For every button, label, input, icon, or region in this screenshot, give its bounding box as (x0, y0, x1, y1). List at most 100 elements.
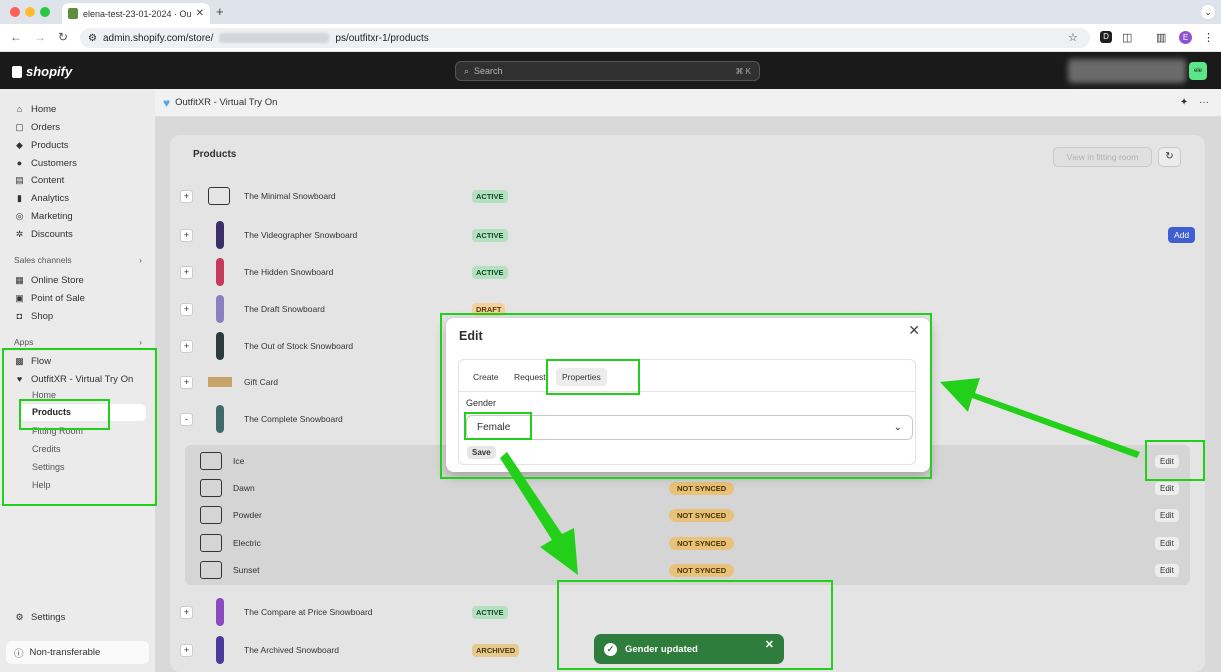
variant-row: Electric NOT SYNCED Edit (200, 532, 1190, 554)
app-title-bar: ♥ OutfitXR - Virtual Try On (155, 89, 1221, 117)
bookmark-star-icon[interactable]: ☆ (1068, 31, 1078, 44)
sidebar-item-discounts[interactable]: ✲ Discounts (14, 227, 73, 241)
sidebar-item-label: Customers (31, 157, 77, 169)
sidebar-item-orders[interactable]: ▢ Orders (14, 120, 60, 134)
app-title: OutfitXR - Virtual Try On (175, 97, 278, 108)
sales-channels-heading[interactable]: Sales channels › (14, 255, 142, 265)
sidepanel-icon[interactable]: ▥ (1156, 31, 1166, 44)
product-thumbnail (216, 636, 224, 664)
apps-heading[interactable]: Apps › (14, 337, 142, 347)
product-name: The Minimal Snowboard (244, 191, 336, 201)
image-placeholder-icon (200, 479, 222, 497)
expand-toggle[interactable]: + (180, 605, 193, 619)
extensions-puzzle-icon[interactable]: ◫ (1122, 31, 1132, 44)
window-close-dot[interactable] (10, 7, 20, 17)
chevron-right-icon: › (139, 337, 142, 347)
product-thumbnail (216, 405, 224, 433)
sidebar-item-label: Analytics (31, 192, 70, 204)
store-icon: ▦ (15, 274, 24, 285)
sidebar-channel-item[interactable]: ◘ Shop (14, 309, 53, 323)
store-name-redacted[interactable] (1068, 59, 1186, 83)
window-minimize-dot[interactable] (25, 7, 35, 17)
reload-icon[interactable]: ↻ (58, 30, 68, 44)
sidebar-item-content[interactable]: ▤ Content (14, 173, 64, 187)
person-icon: ● (16, 158, 23, 168)
expand-toggle[interactable]: - (180, 412, 193, 426)
shopify-logo[interactable]: shopify (12, 64, 72, 79)
tab-menu-chevron-icon[interactable]: ⌄ (1201, 5, 1215, 19)
sidebar-item-home[interactable]: ⌂ Home (14, 102, 57, 116)
browser-address-bar: ← → ↻ ⚙ admin.shopify.com/store/ ps/outf… (0, 24, 1221, 52)
sidebar-item-products[interactable]: ◆ Products (14, 138, 69, 152)
sidebar-item-customers[interactable]: ● Customers (14, 156, 77, 170)
site-settings-icon[interactable]: ⚙ (88, 33, 97, 44)
browser-tab[interactable]: elena-test-23-01-2024 · Outf ✕ (62, 3, 210, 24)
tab-close-icon[interactable]: ✕ (196, 8, 204, 19)
sidebar-item-label: Marketing (31, 210, 73, 222)
pin-icon[interactable]: ✦ (1180, 97, 1188, 108)
view-in-fitting-room-button[interactable]: View in fitting room (1053, 147, 1152, 167)
sidebar-channel-item[interactable]: ▣ Point of Sale (14, 291, 85, 305)
status-badge: ACTIVE (472, 605, 508, 619)
sidebar-item-label: Point of Sale (31, 292, 85, 304)
image-placeholder-icon (208, 187, 230, 205)
status-badge: ACTIVE (472, 189, 508, 203)
browser-tab-title: elena-test-23-01-2024 · Outf (83, 8, 191, 19)
browser-menu-icon[interactable]: ⋮ (1203, 31, 1214, 44)
sidebar-item-label: Content (31, 174, 65, 186)
status-badge: ACTIVE (472, 265, 508, 279)
url-prefix: admin.shopify.com/store/ (102, 32, 214, 44)
expand-toggle[interactable]: + (180, 228, 193, 242)
url-field[interactable]: ⚙ admin.shopify.com/store/ ps/outfitxr-1… (80, 28, 1090, 48)
sidebar-item-analytics[interactable]: ▮ Analytics (14, 191, 69, 205)
window-zoom-dot[interactable] (40, 7, 50, 17)
forward-arrow-icon[interactable]: → (34, 30, 46, 44)
product-name: The Compare at Price Snowboard (244, 607, 373, 617)
sidebar-item-settings[interactable]: ⚙ Settings (14, 610, 65, 624)
product-thumbnail (208, 377, 232, 387)
variant-row: Dawn NOT SYNCED Edit (200, 477, 1190, 499)
non-transferable-label: Non-transferable (29, 647, 101, 658)
new-tab-icon[interactable]: + (216, 4, 224, 19)
edit-button[interactable]: Edit (1155, 481, 1179, 495)
profile-avatar[interactable]: E (1179, 31, 1192, 44)
expand-toggle[interactable]: + (180, 339, 193, 353)
sync-status-badge: NOT SYNCED (669, 508, 735, 522)
pos-icon: ▣ (15, 292, 24, 303)
chart-icon: ▮ (17, 192, 22, 203)
content-icon: ▤ (15, 174, 24, 185)
discount-icon: ✲ (15, 228, 24, 239)
more-actions-icon[interactable]: ··· (1199, 97, 1209, 108)
browser-tab-bar: elena-test-23-01-2024 · Outf ✕ + ⌄ (0, 0, 1221, 24)
expand-toggle[interactable]: + (180, 375, 193, 389)
edit-button[interactable]: Edit (1155, 536, 1179, 550)
annotation-box-properties-tab (546, 359, 640, 395)
edit-button[interactable]: Edit (1155, 508, 1179, 522)
sidebar-item-label: Products (31, 139, 69, 151)
sales-channels-label: Sales channels (14, 255, 72, 265)
non-transferable-badge[interactable]: ⓘ Non-transferable (6, 641, 149, 664)
search-icon: ⌕ (464, 65, 470, 76)
store-avatar[interactable]: ele (1189, 62, 1207, 80)
sidebar-item-label: Online Store (31, 274, 84, 286)
search-input[interactable]: ⌕ Search ⌘ K (455, 61, 760, 81)
back-arrow-icon[interactable]: ← (10, 30, 22, 44)
outfitxr-heart-icon: ♥ (163, 95, 171, 110)
products-card-title: Products (193, 149, 237, 160)
edit-button[interactable]: Edit (1155, 563, 1179, 577)
expand-toggle[interactable]: + (180, 302, 193, 316)
extension-d-icon[interactable]: D (1100, 31, 1112, 43)
expand-toggle[interactable]: + (180, 265, 193, 279)
refresh-button[interactable]: ↻ (1158, 147, 1181, 167)
home-icon: ⌂ (16, 104, 23, 114)
sidebar-channel-item[interactable]: ▦ Online Store (14, 273, 84, 287)
sidebar-item-marketing[interactable]: ◎ Marketing (14, 209, 73, 223)
expand-toggle[interactable]: + (180, 643, 193, 657)
product-thumbnail (216, 598, 224, 626)
sync-status-badge: NOT SYNCED (669, 536, 735, 550)
expand-toggle[interactable]: + (180, 189, 193, 203)
product-name: The Out of Stock Snowboard (244, 341, 354, 351)
search-shortcut: ⌘ K (735, 66, 751, 76)
product-thumbnail (216, 221, 224, 249)
shopify-wordmark: shopify (26, 64, 73, 79)
